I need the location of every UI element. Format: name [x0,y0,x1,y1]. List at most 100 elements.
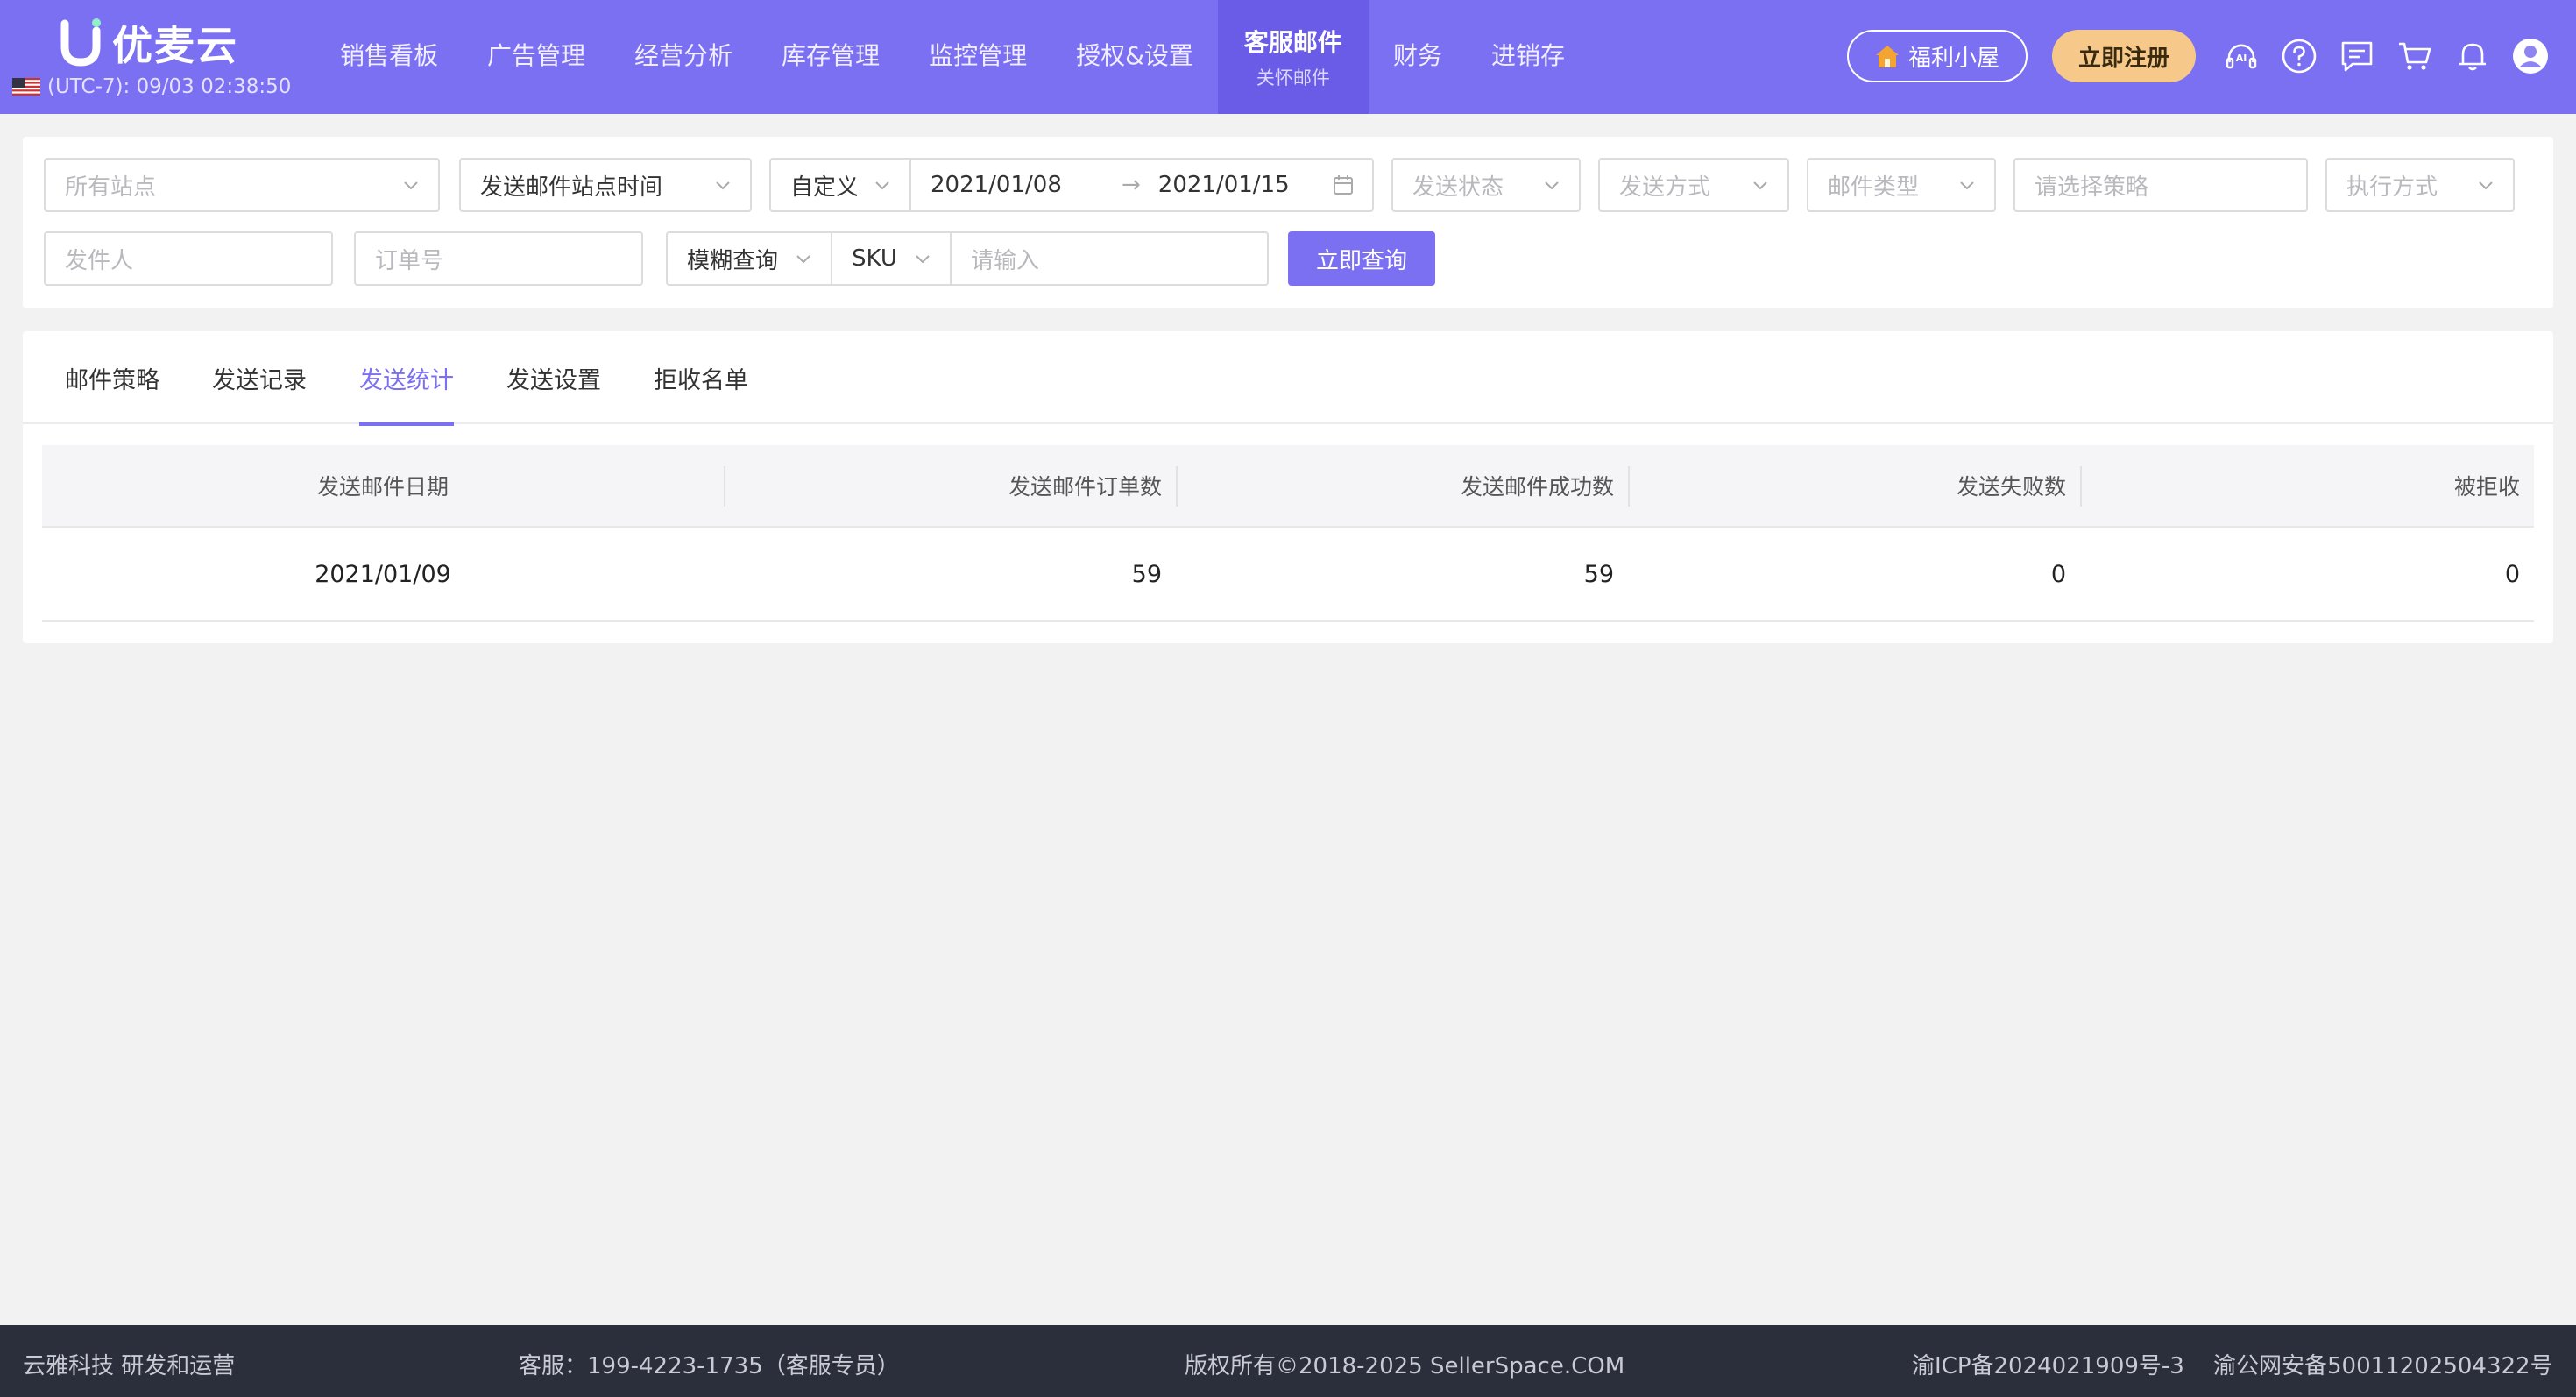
chevron-down-icon [404,181,418,190]
logo[interactable]: 优麦云 [58,14,238,72]
message-icon[interactable] [2338,37,2376,75]
col-header-rejected[interactable]: 被拒收 [2080,445,2534,526]
order-placeholder: 订单号 [375,247,444,274]
chevron-down-icon [796,255,810,264]
time-type-select[interactable]: 发送邮件站点时间 [459,158,752,212]
bell-icon[interactable] [2453,37,2492,75]
chevron-down-icon [1753,181,1767,190]
match-mode-select[interactable]: 模糊查询 [666,231,832,286]
register-label: 立即注册 [2077,45,2169,72]
timezone-text: (UTC-7): 09/03 02:38:50 [47,75,292,98]
send-method-select[interactable]: 发送方式 [1598,158,1789,212]
logo-mark-icon [58,18,103,67]
query-button[interactable]: 立即查询 [1288,231,1435,286]
nav-purchase-sales[interactable]: 进销存 [1467,0,1589,114]
welfare-button[interactable]: 福利小屋 [1846,30,2028,82]
main-nav: 销售看板 广告管理 经营分析 库存管理 监控管理 授权&设置 客服邮件 关怀邮件… [315,0,1589,114]
nav-inventory[interactable]: 库存管理 [757,0,904,114]
house-icon [1875,46,1899,67]
ai-icon[interactable]: AI [2222,37,2261,75]
us-flag-icon [12,78,40,96]
nav-monitor[interactable]: 监控管理 [904,0,1051,114]
match-mode-value: 模糊查询 [687,247,779,274]
nav-label: 财务 [1392,41,1442,70]
col-header-date[interactable]: 发送邮件日期 [42,445,724,526]
range-arrow-icon: → [1122,172,1141,198]
help-icon[interactable] [2280,37,2318,75]
chevron-down-icon [916,255,930,264]
cell-date: 2021/01/09 [315,560,451,588]
col-header-success-count[interactable]: 发送邮件成功数 [1176,445,1628,526]
calendar-icon [1334,175,1353,195]
nav-analysis[interactable]: 经营分析 [610,0,757,114]
tab-blocklist[interactable]: 拒收名单 [654,331,748,424]
svg-text:AI: AI [2236,53,2247,64]
tab-label: 发送设置 [506,366,601,394]
nav-label: 监控管理 [929,41,1028,70]
range-type-select[interactable]: 自定义 [769,158,911,212]
col-header-order-count[interactable]: 发送邮件订单数 [724,445,1176,526]
site-select[interactable]: 所有站点 [44,158,440,212]
nav-label: 销售看板 [340,41,439,70]
cell-fail-count: 0 [2050,560,2066,588]
keyword-input[interactable]: 请输入 [950,231,1269,286]
filter-panel: 所有站点 发送邮件站点时间 自定义 2021/01/08 → 2021/01/1… [23,137,2553,308]
mail-type-select[interactable]: 邮件类型 [1807,158,1996,212]
stats-table: 发送邮件日期 发送邮件订单数 发送邮件成功数 发送失败数 被拒收 2021/01… [42,445,2534,622]
sender-input[interactable]: 发件人 [44,231,333,286]
exec-method-select[interactable]: 执行方式 [2325,158,2515,212]
register-button[interactable]: 立即注册 [2051,30,2196,82]
cart-icon[interactable] [2396,37,2434,75]
timezone-clock: (UTC-7): 09/03 02:38:50 [12,75,291,98]
cell-success-count: 59 [1583,560,1614,588]
date-end[interactable]: 2021/01/15 [1150,172,1332,198]
cell-order-count: 59 [1131,560,1162,588]
header-actions: 福利小屋 立即注册 AI [1846,28,2550,84]
send-status-select[interactable]: 发送状态 [1391,158,1581,212]
tab-label: 发送统计 [359,366,454,394]
nav-auth-settings[interactable]: 授权&设置 [1051,0,1218,114]
welfare-label: 福利小屋 [1907,45,1999,72]
tab-label: 发送记录 [212,366,307,394]
cell-rejected: 0 [2504,560,2520,588]
table-header: 发送邮件日期 发送邮件订单数 发送邮件成功数 发送失败数 被拒收 [42,445,2534,528]
tab-mail-strategy[interactable]: 邮件策略 [65,331,159,424]
chevron-down-icon [875,181,889,190]
nav-label: 进销存 [1490,41,1565,70]
keyword-placeholder: 请输入 [971,247,1040,274]
nav-label: 授权&设置 [1076,41,1193,70]
order-number-input[interactable]: 订单号 [354,231,643,286]
col-header-fail-count[interactable]: 发送失败数 [1628,445,2080,526]
site-select-placeholder: 所有站点 [65,174,157,201]
range-type-value: 自定义 [790,174,860,201]
nav-label: 库存管理 [782,41,881,70]
table-row[interactable]: 2021/01/09 59 59 0 0 [42,528,2534,622]
tab-send-records[interactable]: 发送记录 [212,331,307,424]
chevron-down-icon [716,181,730,190]
send-method-placeholder: 发送方式 [1619,174,1711,201]
search-field-value: SKU [852,245,897,272]
chevron-down-icon [1545,181,1559,190]
date-range-picker[interactable]: 2021/01/08 → 2021/01/15 [909,158,1374,212]
nav-sales-board[interactable]: 销售看板 [315,0,463,114]
footer: 云雅科技 研发和运营 客服：199-4223-1735（客服专员） 版权所有©2… [0,1325,2576,1397]
sender-placeholder: 发件人 [65,247,134,274]
avatar-icon[interactable] [2511,37,2550,75]
query-button-label: 立即查询 [1315,247,1407,274]
date-start[interactable]: 2021/01/08 [911,172,1113,198]
search-field-select[interactable]: SKU [831,231,952,286]
tab-send-settings[interactable]: 发送设置 [506,331,601,424]
nav-ads[interactable]: 广告管理 [463,0,610,114]
tab-send-stats[interactable]: 发送统计 [359,331,454,426]
footer-icp-link[interactable]: 渝ICP备2024021909号-3 [1912,1348,2184,1380]
nav-customer-mail[interactable]: 客服邮件 关怀邮件 [1217,0,1369,114]
nav-label: 客服邮件 [1243,28,1342,57]
footer-police-link[interactable]: 渝公网安备50011202504322号 [2213,1348,2553,1380]
strategy-select[interactable]: 请选择策略 [2013,158,2308,212]
time-type-value: 发送邮件站点时间 [480,174,663,201]
send-status-placeholder: 发送状态 [1412,174,1504,201]
chevron-down-icon [2479,181,2493,190]
nav-finance[interactable]: 财务 [1369,0,1467,114]
strategy-placeholder: 请选择策略 [2035,174,2149,201]
tab-label: 邮件策略 [65,366,159,394]
